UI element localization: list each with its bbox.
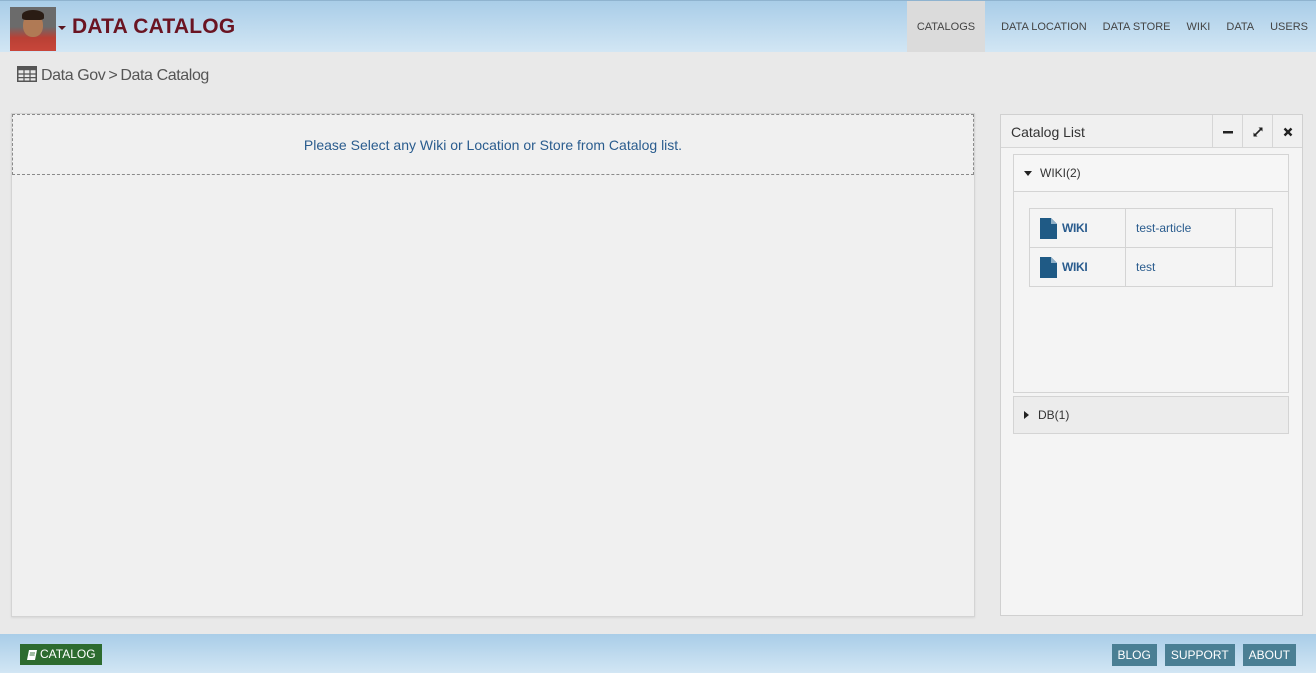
wiki-type-cell: WIKI: [1029, 247, 1126, 287]
accordion-db-header[interactable]: DB(1): [1014, 397, 1288, 433]
breadcrumb-current: Data Catalog: [120, 67, 209, 84]
catalog-button-label: CATALOG: [40, 647, 96, 661]
nav-data-location[interactable]: DATA LOCATION: [993, 1, 1095, 52]
wiki-name-cell[interactable]: test-article: [1125, 208, 1236, 248]
expand-icon: [1252, 126, 1263, 137]
close-icon: [1283, 127, 1292, 136]
collapsed-caret-icon: [1024, 411, 1029, 419]
user-menu-caret-icon[interactable]: [58, 26, 66, 30]
panel-controls: [1212, 115, 1302, 148]
main-nav: CATALOGS DATA LOCATION DATA STORE WIKI D…: [906, 1, 1316, 52]
accordion-wiki-body: WIKI test-article WIKI test: [1014, 191, 1288, 392]
blog-button[interactable]: BLOG: [1111, 644, 1157, 666]
wiki-name-cell[interactable]: test: [1125, 247, 1236, 287]
document-icon: [1040, 256, 1057, 278]
about-button[interactable]: ABOUT: [1242, 644, 1296, 666]
support-button[interactable]: SUPPORT: [1164, 644, 1235, 666]
wiki-action-cell: [1235, 208, 1273, 248]
footer-bar: CATALOG BLOG SUPPORT ABOUT: [0, 634, 1316, 673]
document-icon: [1040, 217, 1057, 239]
accordion-db-label: DB(1): [1038, 408, 1070, 422]
catalog-button[interactable]: CATALOG: [20, 644, 102, 665]
table-grid-icon: [17, 66, 37, 82]
nav-data-store[interactable]: DATA STORE: [1095, 1, 1179, 52]
minimize-button[interactable]: [1212, 115, 1242, 148]
close-button[interactable]: [1272, 115, 1302, 148]
top-navbar: DATA CATALOG CATALOGS DATA LOCATION DATA…: [0, 0, 1316, 52]
nav-data[interactable]: DATA: [1218, 1, 1262, 52]
table-row[interactable]: WIKI test: [1029, 247, 1273, 287]
select-notice: Please Select any Wiki or Location or St…: [12, 114, 974, 175]
brand-title: DATA CATALOG: [72, 15, 236, 38]
avatar-hair: [22, 10, 44, 20]
nav-catalogs[interactable]: CATALOGS: [906, 1, 986, 52]
expanded-caret-icon: [1024, 170, 1032, 176]
wiki-type-label[interactable]: WIKI: [1062, 221, 1088, 235]
nav-users[interactable]: USERS: [1262, 1, 1316, 52]
wiki-type-cell: WIKI: [1029, 208, 1126, 248]
minimize-icon: [1222, 130, 1233, 133]
accordion-wiki: WIKI(2) WIKI test-article WIKI test: [1013, 154, 1289, 393]
catalog-list-header: Catalog List: [1001, 115, 1302, 148]
catalog-list-panel: Catalog List WIKI(2) WIKI test-article W…: [1000, 114, 1303, 616]
accordion-db: DB(1): [1013, 396, 1289, 434]
expand-button[interactable]: [1242, 115, 1272, 148]
breadcrumb-separator: >: [108, 67, 118, 84]
accordion-wiki-header[interactable]: WIKI(2): [1014, 155, 1288, 191]
catalog-list-title: Catalog List: [1011, 124, 1085, 140]
breadcrumb: Data Gov > Data Catalog: [17, 66, 209, 86]
nav-wiki[interactable]: WIKI: [1179, 1, 1219, 52]
wiki-type-label[interactable]: WIKI: [1062, 260, 1088, 274]
wiki-action-cell: [1235, 247, 1273, 287]
accordion-wiki-label: WIKI(2): [1040, 166, 1081, 180]
book-icon: [27, 649, 37, 660]
user-avatar[interactable]: [10, 7, 56, 51]
breadcrumb-root[interactable]: Data Gov: [41, 67, 106, 85]
footer-links: BLOG SUPPORT ABOUT: [1111, 644, 1296, 666]
table-row[interactable]: WIKI test-article: [1029, 208, 1273, 248]
main-content-panel: Please Select any Wiki or Location or St…: [11, 113, 975, 617]
wiki-table: WIKI test-article WIKI test: [1029, 208, 1273, 287]
